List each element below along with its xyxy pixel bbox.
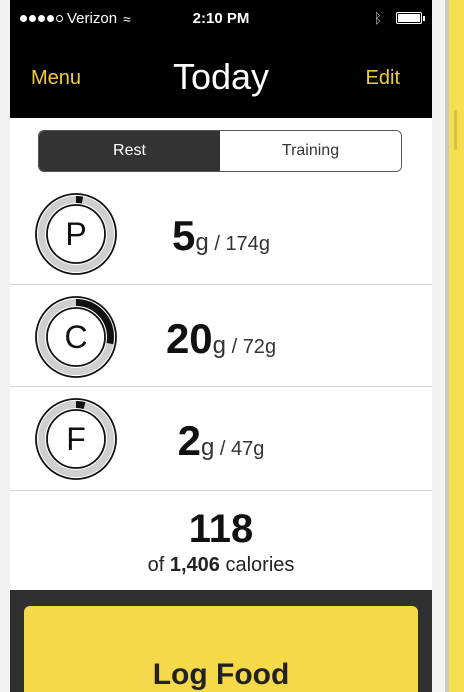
app-screen: Verizon ≈ 2:10 PM ᛒ Menu Today Edit Rest…: [10, 0, 432, 692]
status-bar: Verizon ≈ 2:10 PM ᛒ: [10, 0, 432, 40]
fat-target-unit: g: [253, 438, 265, 460]
protein-amount: 5g / 174g: [172, 212, 270, 259]
strip-edge: [446, 0, 449, 692]
calories-suffix: calories: [225, 554, 295, 576]
carbs-target-unit: g: [264, 336, 277, 358]
carbs-amount: 20g / 72g: [165, 315, 277, 362]
background-strip: [446, 0, 464, 692]
calories-value: 118: [188, 507, 254, 551]
protein-unit: g: [195, 229, 209, 256]
protein-target: 174: [225, 233, 259, 255]
protein-current: 5: [172, 212, 196, 259]
carbs-current: 20: [165, 315, 213, 362]
log-food-button[interactable]: Log Food: [24, 606, 418, 692]
macro-row-fat[interactable]: F 2g / 47g: [10, 386, 432, 488]
device-frame: Verizon ≈ 2:10 PM ᛒ Menu Today Edit Rest…: [0, 0, 464, 692]
macro-row-carbs[interactable]: C 20g / 72g: [10, 284, 432, 386]
edit-button[interactable]: Edit: [366, 67, 400, 90]
battery-icon: [396, 12, 425, 24]
bottom-action-area: Log Food: [10, 590, 432, 692]
macro-row-protein[interactable]: P 5g / 174g: [10, 182, 432, 284]
carbs-unit: g: [212, 332, 227, 359]
protein-target-unit: g: [258, 233, 270, 255]
day-type-segmented-control: Rest Training: [38, 130, 402, 172]
side-button: [454, 110, 457, 150]
calories-target: 1,406: [169, 554, 220, 576]
navigation-bar: Menu Today Edit: [10, 52, 432, 108]
calories-summary: 118 of 1,406 calories: [10, 490, 432, 588]
fat-amount: 2g / 47g: [177, 417, 265, 464]
calories-prefix: of: [147, 554, 165, 576]
segment-training[interactable]: Training: [220, 131, 401, 171]
fat-unit: g: [200, 434, 215, 461]
top-bar: Verizon ≈ 2:10 PM ᛒ Menu Today Edit: [10, 0, 432, 118]
carbs-target: 72: [242, 336, 265, 358]
segment-rest[interactable]: Rest: [39, 131, 220, 171]
fat-current: 2: [177, 417, 201, 464]
status-right: ᛒ: [373, 10, 425, 26]
fat-target: 47: [231, 438, 254, 460]
log-food-label: Log Food: [152, 658, 290, 691]
bluetooth-icon: ᛒ: [373, 10, 382, 26]
status-time: 2:10 PM: [192, 10, 250, 27]
calories-caption: of 1,406 calories: [10, 554, 432, 577]
